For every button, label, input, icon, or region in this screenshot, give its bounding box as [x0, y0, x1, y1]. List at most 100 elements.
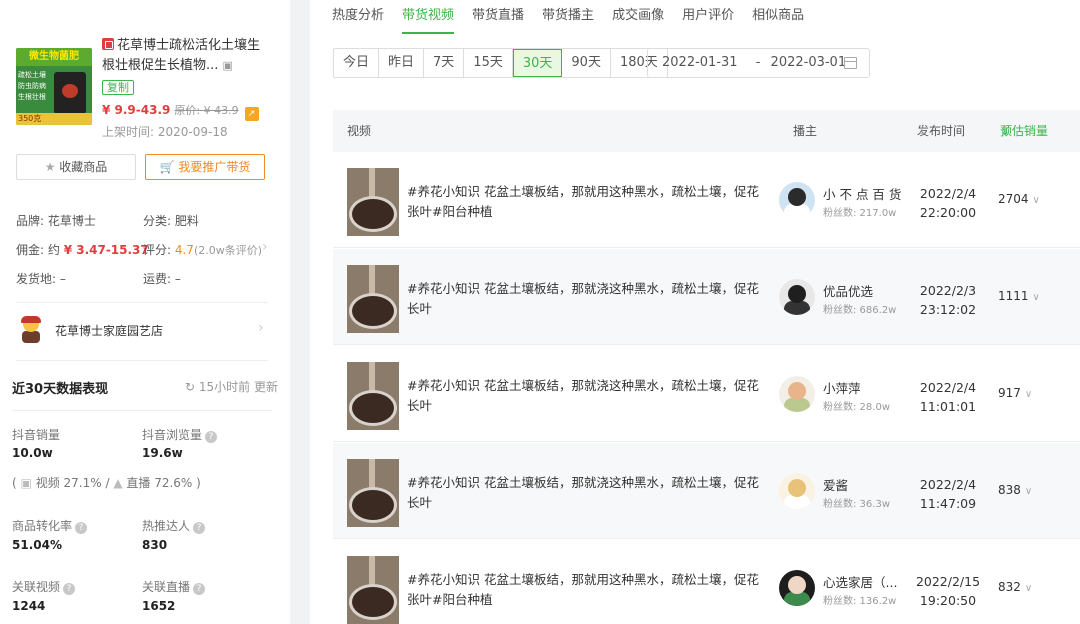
video-thumbnail[interactable]: [347, 168, 399, 236]
avatar[interactable]: [779, 182, 815, 218]
range-30d[interactable]: 30天: [512, 49, 563, 77]
tab-heat[interactable]: 热度分析: [332, 8, 384, 32]
sort-icon: ↓: [917, 124, 928, 138]
tab-anchors[interactable]: 带货播主: [542, 8, 594, 32]
favorite-button[interactable]: ★ 收藏商品: [16, 154, 136, 180]
tab-bar: 热度分析 带货视频 带货直播 带货播主 成交画像 用户评价 相似商品: [332, 4, 822, 34]
store-icon: [102, 38, 114, 50]
range-90d[interactable]: 90天: [562, 49, 611, 77]
product-title[interactable]: 花草博士疏松活化土壤生根壮根促生长植物... ▣: [102, 36, 270, 76]
promote-button[interactable]: 🛒 我要推广带货: [145, 154, 265, 180]
shop-avatar[interactable]: [18, 316, 44, 346]
listed-date: 上架时间: 2020-09-18: [102, 125, 228, 139]
product-bag-graphic: [54, 72, 86, 114]
table-row[interactable]: #养花小知识 花盆土壤板结，那就用这种黑水，疏松土壤，促花张叶#阳台种植 小 不…: [333, 152, 1080, 248]
stat-label: 热推达人?: [142, 517, 206, 534]
date-range-picker[interactable]: 2022-01-31 - 2022-03-01: [647, 48, 870, 78]
stat-label: 抖音销量: [12, 428, 61, 442]
publish-time: 2022/2/3 23:12:02: [919, 283, 977, 317]
table-row[interactable]: #养花小知识 花盆土壤板结，那就用这种黑水，疏松土壤，促花张叶#阳台种植 心选家…: [333, 540, 1080, 624]
table-row[interactable]: #养花小知识 花盆土壤板结，那就浇这种黑水，疏松土壤，促花长叶 爱酱 粉丝数: …: [333, 443, 1080, 539]
traffic-share: ( ▣ 视频 27.1% / ▲ 直播 72.6% ): [12, 476, 201, 490]
commission: 佣金: 约 ¥ 3.47-15.37: [16, 243, 149, 257]
column-video: 视频: [347, 124, 372, 138]
tab-similar[interactable]: 相似商品: [752, 8, 804, 32]
divider: [12, 410, 272, 411]
chevron-right-icon[interactable]: ›: [258, 320, 264, 336]
date-separator: -: [755, 55, 761, 70]
stat-label: 抖音浏览量?: [142, 426, 218, 443]
sort-desc-icon: ↓: [1000, 124, 1011, 138]
ship-from: 发货地: –: [16, 272, 66, 286]
anchor-name[interactable]: 爱酱: [823, 475, 848, 494]
external-link-icon[interactable]: ▣: [223, 59, 233, 72]
rating[interactable]: 评分: 4.7(2.0w条评价): [143, 241, 262, 258]
sales-value[interactable]: 2704 ∨: [998, 192, 1040, 206]
brand: 品牌: 花草博士: [16, 214, 96, 228]
price: ¥ 9.9-43.9: [102, 103, 171, 117]
category: 分类: 肥料: [143, 214, 199, 228]
avatar[interactable]: [779, 279, 815, 315]
stat-value: 1244: [12, 599, 46, 613]
product-image[interactable]: 微生物菌肥 疏松土壤 防虫防病 生根壮根 350克: [16, 48, 92, 125]
update-status[interactable]: ↻ 15小时前 更新: [185, 378, 278, 395]
tab-live[interactable]: 带货直播: [472, 8, 524, 32]
stat-value: 10.0w: [12, 446, 53, 460]
stat-label: 关联视频?: [12, 578, 76, 595]
calendar-icon: [844, 57, 857, 69]
product-image-weight: 350克: [16, 113, 92, 125]
sales-value[interactable]: 1111 ∨: [998, 289, 1040, 303]
sales-value[interactable]: 838 ∨: [998, 483, 1032, 497]
product-image-tags: 疏松土壤 防虫防病 生根壮根: [18, 71, 46, 101]
range-today[interactable]: 今日: [334, 49, 380, 77]
video-thumbnail[interactable]: [347, 362, 399, 430]
avatar[interactable]: [779, 570, 815, 606]
help-icon[interactable]: ?: [75, 522, 88, 534]
publish-time: 2022/2/15 19:20:50: [915, 574, 981, 608]
help-icon[interactable]: ?: [193, 522, 206, 534]
shop-name[interactable]: 花草博士家庭园艺店: [55, 322, 163, 339]
help-icon[interactable]: ?: [205, 431, 218, 443]
anchor-name[interactable]: 小萍萍: [823, 378, 861, 397]
avatar[interactable]: [779, 473, 815, 509]
anchor-name[interactable]: 心选家居（...: [823, 572, 897, 591]
video-title[interactable]: #养花小知识 花盆土壤板结，那就浇这种黑水，疏松土壤，促花长叶: [407, 473, 762, 513]
publish-time: 2022/2/4 11:47:09: [919, 477, 977, 511]
sales-value[interactable]: 832 ∨: [998, 580, 1032, 594]
star-icon: ★: [44, 160, 56, 174]
tab-portrait[interactable]: 成交画像: [612, 8, 664, 32]
sales-value[interactable]: 917 ∨: [998, 386, 1032, 400]
range-yesterday[interactable]: 昨日: [379, 49, 425, 77]
stats-title: 近30天数据表现: [12, 382, 109, 397]
chevron-right-icon[interactable]: ›: [262, 239, 268, 255]
video-title[interactable]: #养花小知识 花盆土壤板结，那就用这种黑水，疏松土壤，促花张叶#阳台种植: [407, 182, 762, 222]
range-15d[interactable]: 15天: [464, 49, 513, 77]
original-price: 原价: ¥ 43.9: [174, 104, 239, 117]
table-row[interactable]: #养花小知识 花盆土壤板结，那就浇这种黑水，疏松土壤，促花长叶 优品优选 粉丝数…: [333, 249, 1080, 345]
table-row[interactable]: #养花小知识 花盆土壤板结，那就浇这种黑水，疏松土壤，促花长叶 小萍萍 粉丝数:…: [333, 346, 1080, 442]
live-icon: ▲: [113, 476, 123, 490]
video-thumbnail[interactable]: [347, 265, 399, 333]
divider: [16, 360, 268, 361]
avatar[interactable]: [779, 376, 815, 412]
video-icon: ▣: [20, 476, 32, 490]
range-7d[interactable]: 7天: [424, 49, 465, 77]
anchor-name[interactable]: 优品优选: [823, 281, 873, 300]
column-anchor: 播主: [793, 124, 818, 138]
tab-reviews[interactable]: 用户评价: [682, 8, 734, 32]
help-icon[interactable]: ?: [193, 583, 206, 595]
help-icon[interactable]: ?: [63, 583, 76, 595]
divider: [16, 302, 268, 303]
price-trend-icon[interactable]: ↗: [244, 107, 259, 121]
video-title[interactable]: #养花小知识 花盆土壤板结，那就浇这种黑水，疏松土壤，促花长叶: [407, 279, 762, 319]
video-title[interactable]: #养花小知识 花盆土壤板结，那就用这种黑水，疏松土壤，促花张叶#阳台种植: [407, 570, 762, 610]
chevron-down-icon: ∨: [1024, 583, 1033, 594]
anchor-name[interactable]: 小 不 点 百 货: [823, 184, 901, 203]
video-title[interactable]: #养花小知识 花盆土壤板结，那就浇这种黑水，疏松土壤，促花长叶: [407, 376, 762, 416]
video-thumbnail[interactable]: [347, 459, 399, 527]
copy-button[interactable]: 复制: [102, 80, 134, 95]
video-thumbnail[interactable]: [347, 556, 399, 624]
fans-count: 粉丝数: 28.0w: [823, 402, 890, 413]
stat-label: 关联直播?: [142, 578, 206, 595]
tab-videos[interactable]: 带货视频: [402, 8, 455, 34]
